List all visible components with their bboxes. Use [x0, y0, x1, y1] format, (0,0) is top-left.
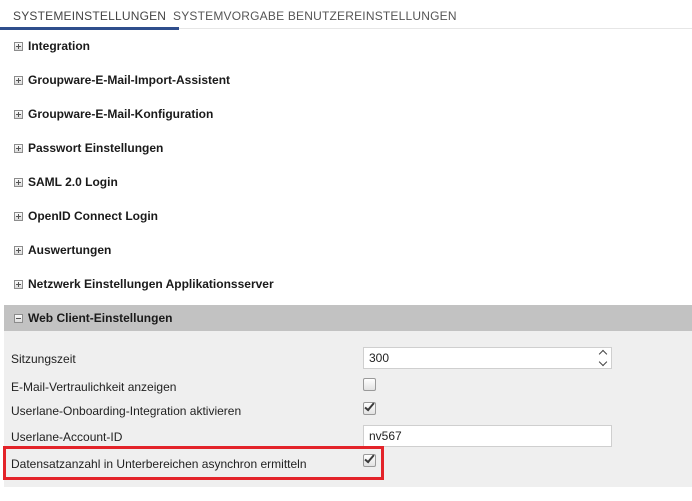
- datensatzanzahl-label: Datensatzanzahl in Unterbereichen asynch…: [11, 457, 307, 471]
- section-groupware-email-import-assistent[interactable]: Groupware-E-Mail-Import-Assistent: [4, 65, 692, 95]
- userlane-account-label: Userlane-Account-ID: [11, 430, 123, 444]
- sitzungszeit-value: 300: [369, 351, 390, 365]
- section-auswertungen[interactable]: Auswertungen: [4, 235, 692, 265]
- expand-plus-icon: [14, 211, 23, 221]
- section-title: SAML 2.0 Login: [28, 175, 118, 189]
- tab-bar: SYSTEMEINSTELLUNGEN SYSTEMVORGABE BENUTZ…: [0, 0, 692, 30]
- section-title: Groupware-E-Mail-Import-Assistent: [28, 73, 231, 87]
- sitzungszeit-label: Sitzungszeit: [11, 352, 76, 366]
- expand-plus-icon: [14, 75, 23, 85]
- section-title: Web Client-Einstellungen: [28, 311, 173, 325]
- userlane-onboarding-label: Userlane-Onboarding-Integration aktivier…: [11, 404, 242, 418]
- expand-plus-icon: [14, 143, 23, 153]
- section-integration[interactable]: Integration: [4, 31, 692, 61]
- userlane-account-value: nv567: [369, 429, 402, 443]
- section-netzwerk-einstellungen[interactable]: Netzwerk Einstellungen Applikationsserve…: [4, 269, 692, 299]
- section-web-client-einstellungen[interactable]: Web Client-Einstellungen: [4, 305, 692, 331]
- userlane-account-input[interactable]: nv567: [363, 425, 612, 447]
- email-vertraulichkeit-label: E-Mail-Vertraulichkeit anzeigen: [11, 380, 177, 394]
- section-passwort-einstellungen[interactable]: Passwort Einstellungen: [4, 133, 692, 163]
- userlane-onboarding-checkbox[interactable]: [363, 400, 376, 415]
- spinner-arrows[interactable]: [599, 350, 608, 366]
- section-title: OpenID Connect Login: [28, 209, 158, 223]
- section-title: Netzwerk Einstellungen Applikationsserve…: [28, 277, 274, 291]
- sitzungszeit-spinner[interactable]: 300: [363, 347, 612, 369]
- expand-plus-icon: [14, 279, 23, 289]
- section-saml-login[interactable]: SAML 2.0 Login: [4, 167, 692, 197]
- expand-plus-icon: [14, 109, 23, 119]
- datensatzanzahl-checkbox[interactable]: [363, 452, 376, 467]
- section-title: Groupware-E-Mail-Konfiguration: [28, 107, 214, 121]
- expand-plus-icon: [14, 177, 23, 187]
- chevron-down-icon[interactable]: [599, 359, 608, 366]
- checkmark-icon: [364, 400, 375, 412]
- checkmark-icon: [364, 452, 375, 464]
- section-title: Passwort Einstellungen: [28, 141, 164, 155]
- section-groupware-email-konfiguration[interactable]: Groupware-E-Mail-Konfiguration: [4, 99, 692, 129]
- web-client-settings-panel: Sitzungszeit 300 E-Mail-Vertraulichkeit …: [4, 331, 692, 487]
- tab-systemeinstellungen[interactable]: SYSTEMEINSTELLUNGEN: [0, 0, 180, 30]
- section-title: Integration: [28, 39, 90, 53]
- section-title: Auswertungen: [28, 243, 112, 257]
- chevron-up-icon[interactable]: [599, 350, 608, 357]
- expand-plus-icon: [14, 41, 23, 51]
- expand-plus-icon: [14, 245, 23, 255]
- tab-systemvorgabe-benutzereinstellungen[interactable]: SYSTEMVORGABE BENUTZEREINSTELLUNGEN: [173, 0, 457, 29]
- email-vertraulichkeit-checkbox[interactable]: [363, 378, 376, 391]
- collapse-minus-icon: [14, 313, 23, 323]
- section-openid-connect-login[interactable]: OpenID Connect Login: [4, 201, 692, 231]
